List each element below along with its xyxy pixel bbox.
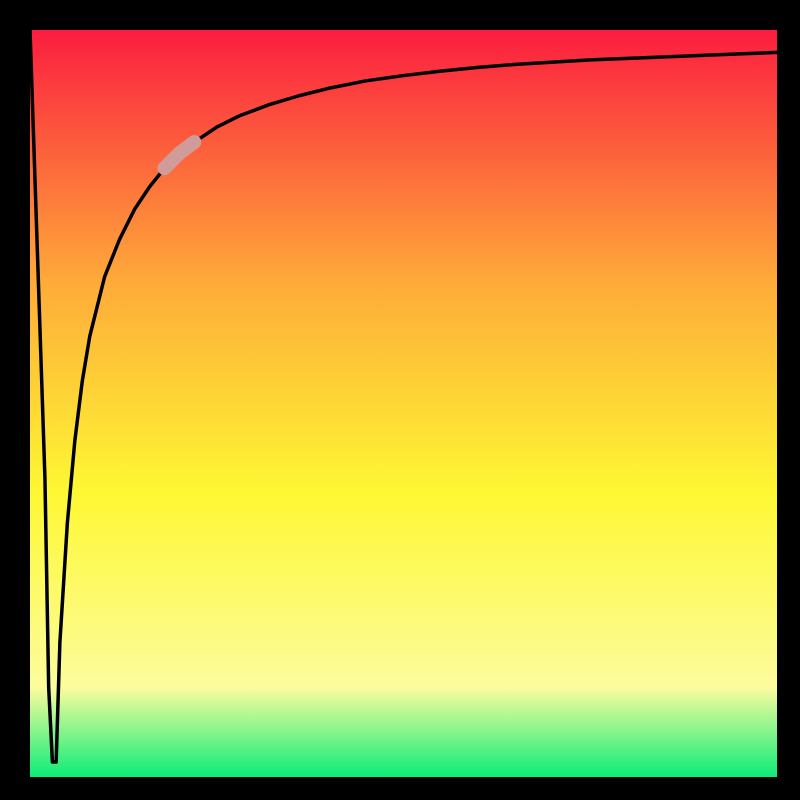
chart-container: TheBottleneck.com bbox=[0, 0, 800, 800]
gradient-background bbox=[30, 30, 777, 777]
bottleneck-curve-plot bbox=[0, 0, 800, 800]
